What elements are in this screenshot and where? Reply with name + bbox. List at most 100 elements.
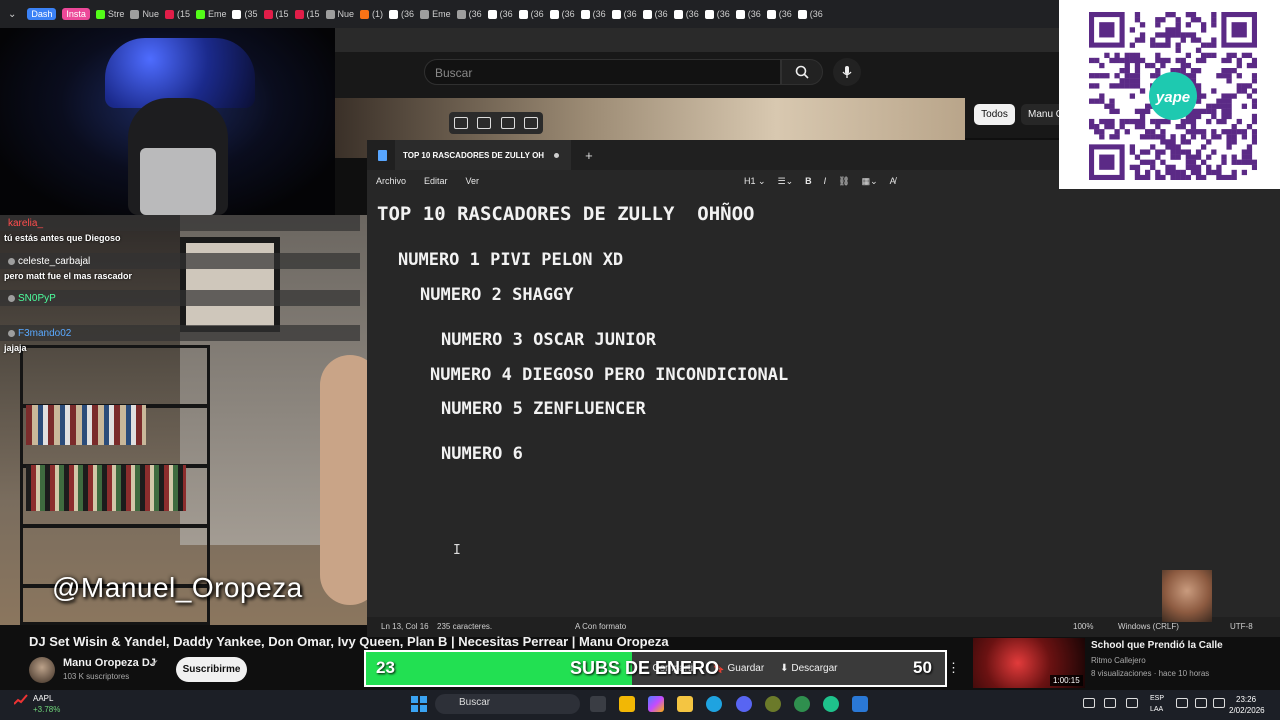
- browser-tab[interactable]: (15: [261, 3, 292, 25]
- channel-name[interactable]: Manu Oropeza DJ: [63, 657, 156, 669]
- save-button[interactable]: 🔖 Guardar: [712, 663, 764, 674]
- clock-time[interactable]: 23:26: [1236, 695, 1256, 704]
- browser-tab-label: Nue: [337, 9, 355, 19]
- tab-favicon-icon: [487, 9, 497, 19]
- tab-favicon-icon: [294, 9, 304, 19]
- browser-tab[interactable]: (36: [578, 3, 609, 25]
- browser-tab[interactable]: (36: [609, 3, 640, 25]
- browser-tab[interactable]: (36: [795, 3, 826, 25]
- stock-widget-icon[interactable]: [14, 694, 28, 706]
- text-actions-icon[interactable]: [524, 117, 539, 129]
- chat-message: F3mando02 jajaja: [0, 325, 360, 355]
- capture-window-icon[interactable]: [477, 117, 492, 129]
- browser-tab[interactable]: (1): [357, 3, 386, 25]
- battery-icon[interactable]: [1213, 698, 1225, 708]
- more-actions-icon[interactable]: ⋮: [947, 660, 960, 676]
- browser-tab[interactable]: (36: [764, 3, 795, 25]
- link-icon[interactable]: ⛓: [838, 176, 849, 187]
- chip-todos[interactable]: Todos: [974, 104, 1015, 125]
- notepad-tab[interactable]: TOP 10 RASCADORES DE ZULLY OH: [395, 140, 572, 170]
- browser-tab-label: (15: [306, 9, 320, 19]
- discord-icon[interactable]: [736, 696, 752, 712]
- list-icon[interactable]: ☰⌄: [778, 176, 794, 187]
- app-icon[interactable]: [765, 696, 781, 712]
- suggested-video-channel: Ritmo Callejero: [1091, 656, 1146, 665]
- browser-tab-label: Stre: [107, 9, 125, 19]
- browser-tab[interactable]: (15: [292, 3, 323, 25]
- tab-favicon-icon: [360, 9, 370, 19]
- notepad-document[interactable]: TOP 10 RASCADORES DE ZULLY OHÑOO NUMERO …: [367, 195, 1067, 615]
- browser-tab[interactable]: (36: [485, 3, 516, 25]
- onedrive-icon[interactable]: [1104, 698, 1116, 708]
- browser-tab-label: (15: [176, 9, 190, 19]
- channel-avatar[interactable]: [29, 657, 55, 683]
- edit-capture-icon[interactable]: [500, 117, 515, 129]
- format-label: Con formato: [582, 622, 627, 631]
- windows-start-icon[interactable]: [411, 696, 427, 712]
- italic-icon[interactable]: I: [824, 176, 827, 186]
- sync-icon[interactable]: [1083, 698, 1095, 708]
- browser-tab-label: (35: [244, 9, 258, 19]
- edge-icon[interactable]: [706, 696, 722, 712]
- reaction-face-image: [1162, 570, 1212, 622]
- browser-tab[interactable]: (36: [671, 3, 702, 25]
- tab-favicon-icon: [232, 9, 242, 19]
- new-tab-plus-icon[interactable]: +: [585, 148, 593, 163]
- tab-favicon-icon: [642, 9, 652, 19]
- browser-tab-label: Eme: [432, 9, 451, 19]
- chrome-icon[interactable]: [794, 696, 810, 712]
- clear-format-icon[interactable]: A̸: [890, 176, 896, 186]
- browser-tab[interactable]: Nue: [127, 3, 162, 25]
- suggested-video-title[interactable]: School que Prendió la Calle: [1091, 640, 1223, 651]
- volume-icon[interactable]: [1195, 698, 1207, 708]
- browser-tab[interactable]: Eme: [417, 3, 454, 25]
- notepad-taskbar-icon[interactable]: [852, 696, 868, 712]
- file-explorer-icon[interactable]: [677, 696, 693, 712]
- browser-tab[interactable]: (36: [386, 3, 417, 25]
- tray-app-icon[interactable]: [1126, 698, 1138, 708]
- menu-editar[interactable]: Editar: [415, 176, 457, 186]
- table-icon[interactable]: ▦⌄: [862, 176, 878, 187]
- tab-favicon-icon: [580, 9, 590, 19]
- download-button[interactable]: ⬇ Descargar: [780, 663, 837, 674]
- browser-tab-label: Dash: [27, 8, 57, 20]
- browser-tab[interactable]: (15: [162, 3, 193, 25]
- youtube-search-input[interactable]: Buscar: [424, 59, 781, 85]
- bold-icon[interactable]: B: [805, 176, 812, 186]
- tab-favicon-icon: [673, 9, 683, 19]
- copilot-icon[interactable]: [648, 696, 664, 712]
- browser-tab[interactable]: Insta: [59, 3, 93, 25]
- heading-select[interactable]: H1 ⌄: [744, 176, 766, 187]
- store-icon[interactable]: [619, 696, 635, 712]
- browser-tab[interactable]: (36: [702, 3, 733, 25]
- browser-tab[interactable]: (36: [454, 3, 485, 25]
- stock-name[interactable]: AAPL: [33, 694, 53, 703]
- tab-list-chevron-icon[interactable]: ⌄: [4, 9, 24, 20]
- browser-tab-label: (36: [592, 9, 606, 19]
- tab-favicon-icon: [735, 9, 745, 19]
- keyboard-language[interactable]: ESP: [1150, 695, 1164, 702]
- browser-tab[interactable]: (36: [547, 3, 578, 25]
- browser-tab[interactable]: Dash: [24, 3, 59, 25]
- keyboard-layout[interactable]: LAA: [1150, 706, 1163, 713]
- clock-date[interactable]: 2/02/2026: [1229, 706, 1265, 715]
- taskbar-search[interactable]: Buscar: [435, 694, 580, 714]
- menu-ver[interactable]: Ver: [457, 176, 489, 186]
- chip-manu[interactable]: Manu O: [1021, 104, 1061, 125]
- voice-search-button[interactable]: [833, 58, 861, 86]
- browser-tab[interactable]: (36: [516, 3, 547, 25]
- network-icon[interactable]: [1176, 698, 1188, 708]
- browser-tab[interactable]: (36: [733, 3, 764, 25]
- app-icon[interactable]: [823, 696, 839, 712]
- browser-tab[interactable]: Nue: [323, 3, 358, 25]
- browser-tab[interactable]: (35: [229, 3, 260, 25]
- capture-icon[interactable]: [453, 117, 468, 129]
- subscribe-button[interactable]: Suscribirme: [176, 657, 247, 682]
- browser-tab[interactable]: Eme: [193, 3, 230, 25]
- menu-archivo[interactable]: Archivo: [367, 176, 415, 186]
- task-view-icon[interactable]: [590, 696, 606, 712]
- browser-tab[interactable]: (36: [640, 3, 671, 25]
- browser-tab[interactable]: Stre: [93, 3, 128, 25]
- youtube-search-button[interactable]: [781, 59, 823, 85]
- chat-badge-icon: [8, 257, 15, 265]
